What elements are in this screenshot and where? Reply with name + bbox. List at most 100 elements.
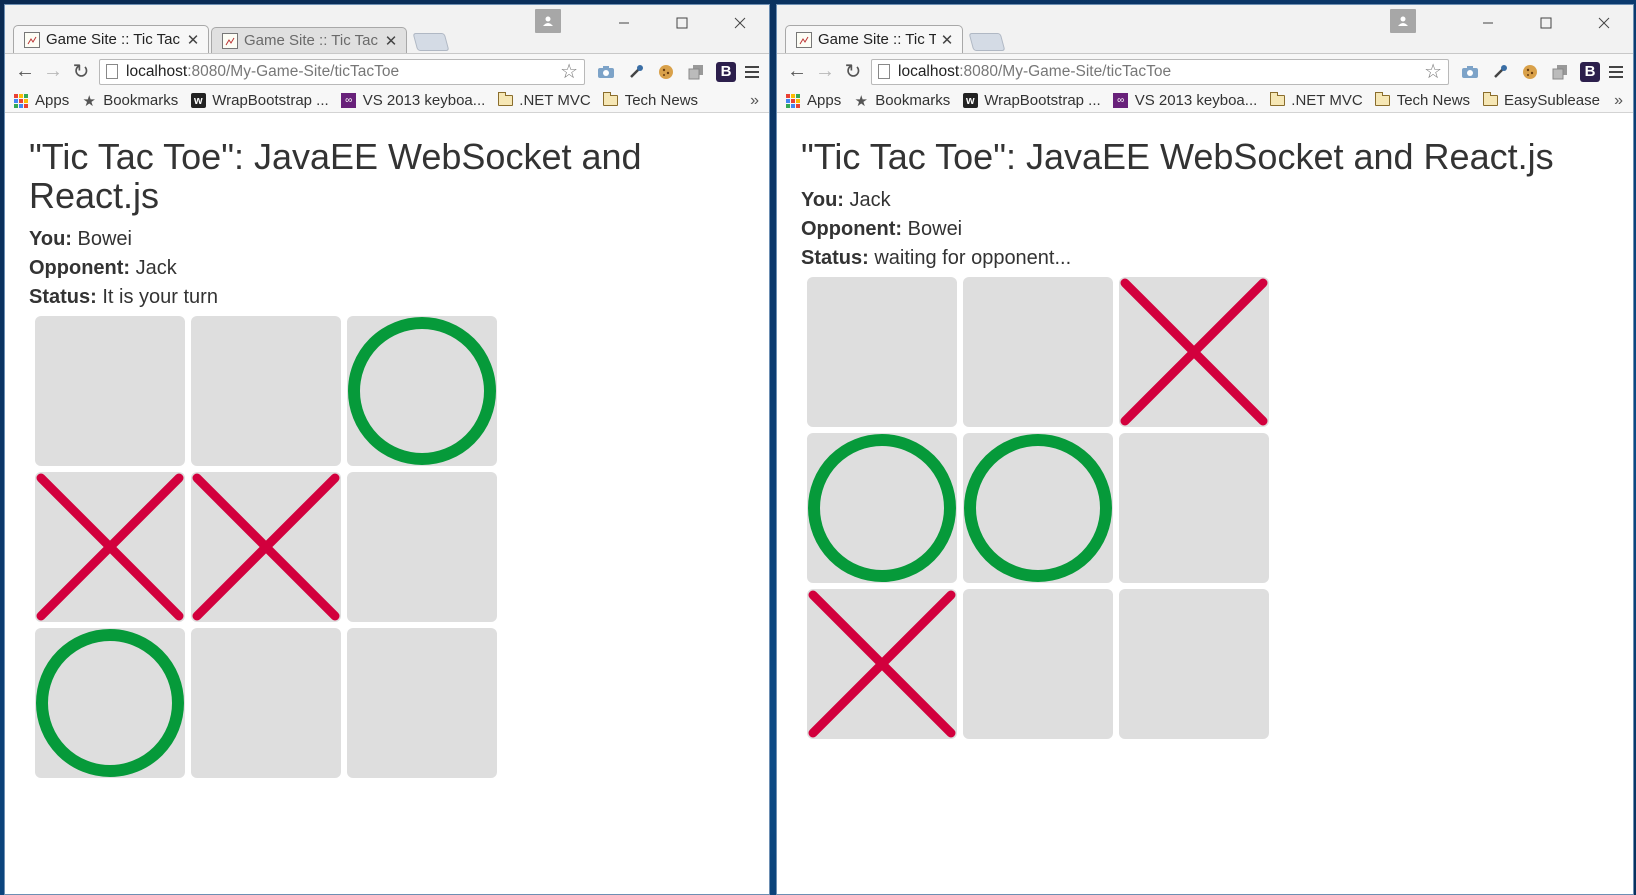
board-cell[interactable] (35, 472, 185, 622)
bookmark-item[interactable]: ★ Bookmarks (81, 92, 179, 110)
page-title: "Tic Tac Toe": JavaEE WebSocket and Reac… (29, 136, 642, 216)
bookmark-item[interactable]: ∞ VS 2013 keyboa... (341, 92, 485, 109)
board-cell[interactable] (35, 316, 185, 466)
page-content: "Tic Tac Toe": JavaEE WebSocket and Reac… (777, 113, 1633, 739)
board-cell[interactable] (1119, 277, 1269, 427)
board-cell[interactable] (963, 589, 1113, 739)
bookmark-item[interactable]: .NET MVC (1269, 92, 1363, 109)
page-favicon-icon (796, 31, 812, 48)
url-path: :8080/My-Game-Site/ticTacToe (959, 62, 1172, 80)
tab-title: Game Site :: Tic Tac To (244, 32, 380, 49)
tab-strip: Game Site :: Tic Tac To ✕ (785, 21, 1006, 53)
bookmark-item[interactable]: Tech News (603, 92, 698, 109)
forward-button[interactable]: → (811, 58, 839, 86)
page-favicon-icon (222, 32, 238, 49)
bookmark-item[interactable]: ∞ VS 2013 keyboa... (1113, 92, 1257, 109)
folder-icon (1375, 92, 1391, 106)
profile-button[interactable] (535, 9, 561, 33)
bookmark-star-icon[interactable]: ☆ (560, 60, 578, 84)
bookmark-item[interactable]: ★ Bookmarks (853, 92, 950, 110)
close-window-button[interactable] (1575, 5, 1633, 41)
browser-toolbar: ← → ↻ localhost:8080/My-Game-Site/ticTac… (777, 53, 1633, 89)
bookmark-label: Tech News (624, 92, 699, 109)
bookmark-item[interactable]: Apps (785, 92, 841, 109)
camera-extension-icon[interactable] (1455, 58, 1485, 86)
bookmark-label: Tech News (1396, 92, 1471, 109)
board-cell[interactable] (807, 589, 957, 739)
tic-tac-toe-board (35, 316, 745, 778)
minimize-button[interactable] (1459, 5, 1517, 41)
close-icon (1598, 17, 1610, 29)
more-bookmarks-chevron-icon[interactable]: » (750, 92, 759, 110)
bookmark-label: .NET MVC (1291, 92, 1363, 109)
minimize-icon (619, 22, 629, 24)
bookmark-item[interactable]: Tech News (1375, 92, 1470, 109)
layers-extension-icon[interactable] (681, 58, 711, 86)
page-content: "Tic Tac Toe": JavaEE WebSocket and Reac… (5, 113, 769, 778)
board-cell[interactable] (191, 316, 341, 466)
maximize-button[interactable] (653, 5, 711, 41)
chrome-menu-icon[interactable] (741, 58, 763, 86)
bookmark-item[interactable]: w WrapBootstrap ... (190, 92, 329, 109)
board-cell[interactable] (191, 472, 341, 622)
back-button[interactable]: ← (783, 58, 811, 86)
bootstrap-extension-icon[interactable]: B (711, 58, 741, 86)
tab-close-icon[interactable]: ✕ (940, 31, 954, 49)
star-icon: ★ (854, 92, 868, 110)
board-cell[interactable] (1119, 589, 1269, 739)
forward-button[interactable]: → (39, 58, 67, 86)
x-mark-icon (36, 473, 184, 621)
maximize-button[interactable] (1517, 5, 1575, 41)
board-cell[interactable] (1119, 433, 1269, 583)
board-cell[interactable] (191, 628, 341, 778)
reload-button[interactable]: ↻ (839, 58, 867, 86)
o-mark-icon (964, 434, 1112, 582)
close-window-button[interactable] (711, 5, 769, 41)
board-cell[interactable] (347, 628, 497, 778)
eyedropper-extension-icon[interactable] (1485, 58, 1515, 86)
arrow-left-icon: ← (15, 60, 35, 82)
board-cell[interactable] (35, 628, 185, 778)
bootstrap-extension-icon[interactable]: B (1575, 58, 1605, 86)
bookmark-item[interactable]: Apps (13, 92, 69, 109)
you-line: You: Bowei (29, 225, 745, 254)
status-line: Status: It is your turn (29, 283, 745, 312)
reload-button[interactable]: ↻ (67, 58, 95, 86)
star-icon: ★ (82, 92, 96, 110)
bookmark-item[interactable]: w WrapBootstrap ... (962, 92, 1101, 109)
eyedropper-extension-icon[interactable] (621, 58, 651, 86)
bookmark-item[interactable]: .NET MVC (497, 92, 591, 109)
bookmark-label: Bookmarks (103, 92, 179, 109)
address-bar[interactable]: localhost:8080/My-Game-Site/ticTacToe ☆ (99, 58, 585, 85)
board-cell[interactable] (963, 277, 1113, 427)
address-bar[interactable]: localhost:8080/My-Game-Site/ticTacToe ☆ (871, 58, 1449, 85)
board-cell[interactable] (807, 433, 957, 583)
cookie-extension-icon[interactable] (651, 58, 681, 86)
chrome-menu-icon[interactable] (1605, 58, 1627, 86)
profile-button[interactable] (1390, 9, 1416, 33)
tab-game-site-1[interactable]: Game Site :: Tic Tac To ✕ (785, 25, 963, 53)
board-cell[interactable] (347, 316, 497, 466)
bookmark-star-icon[interactable]: ☆ (1424, 60, 1442, 84)
tab-game-site-1[interactable]: Game Site :: Tic Tac To ✕ (13, 25, 209, 53)
minimize-button[interactable] (595, 5, 653, 41)
back-button[interactable]: ← (11, 58, 39, 86)
arrow-left-icon: ← (787, 60, 807, 82)
tab-strip: Game Site :: Tic Tac To ✕ Game Site :: T… (13, 21, 450, 53)
layers-extension-icon[interactable] (1545, 58, 1575, 86)
bookmark-item[interactable]: EasySublease (1482, 92, 1600, 109)
tab-close-icon[interactable]: ✕ (384, 32, 398, 50)
title-bar: Game Site :: Tic Tac To ✕ Game Site :: T… (5, 5, 769, 53)
new-tab-button[interactable] (968, 33, 1006, 51)
tab-close-icon[interactable]: ✕ (186, 31, 200, 49)
more-bookmarks-chevron-icon[interactable]: » (1614, 92, 1623, 110)
board-cell[interactable] (807, 277, 957, 427)
folder-icon (1482, 92, 1498, 106)
board-cell[interactable] (963, 433, 1113, 583)
cookie-extension-icon[interactable] (1515, 58, 1545, 86)
new-tab-button[interactable] (412, 33, 450, 51)
board-cell[interactable] (347, 472, 497, 622)
bookmark-label: Apps (35, 92, 70, 109)
camera-extension-icon[interactable] (591, 58, 621, 86)
tab-game-site-2[interactable]: Game Site :: Tic Tac To ✕ (211, 27, 407, 53)
